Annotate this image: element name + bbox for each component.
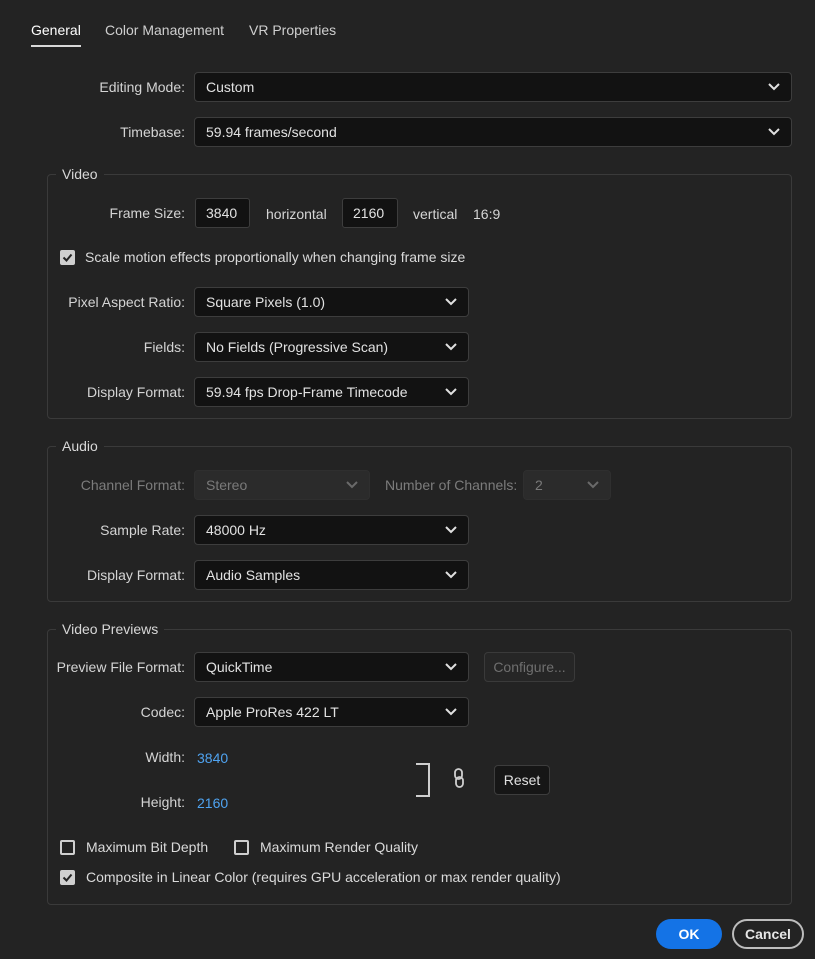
chevron-down-icon <box>445 343 457 351</box>
audio-display-format-dropdown[interactable]: Audio Samples <box>194 560 469 590</box>
tab-color-management[interactable]: Color Management <box>105 22 224 46</box>
editing-mode-label: Editing Mode: <box>99 79 185 95</box>
max-bit-depth-checkbox[interactable] <box>60 840 75 855</box>
dimension-bracket-icon <box>416 763 430 797</box>
preview-width-value[interactable]: 3840 <box>197 743 228 773</box>
check-icon <box>62 873 73 882</box>
codec-label: Codec: <box>140 704 185 720</box>
timebase-label: Timebase: <box>120 124 185 140</box>
chevron-down-icon <box>445 388 457 396</box>
fields-dropdown[interactable]: No Fields (Progressive Scan) <box>194 332 469 362</box>
fields-label: Fields: <box>143 339 185 355</box>
video-display-format-value: 59.94 fps Drop-Frame Timecode <box>206 384 408 400</box>
aspect-ratio-text: 16:9 <box>473 206 501 222</box>
num-channels-value: 2 <box>535 477 543 493</box>
link-icon[interactable] <box>452 767 466 789</box>
num-channels-dropdown: 2 <box>523 470 611 500</box>
configure-button: Configure... <box>484 652 575 682</box>
video-group-title: Video <box>56 165 104 183</box>
chevron-down-icon <box>445 708 457 716</box>
preview-width-label: Width: <box>145 749 185 765</box>
audio-display-format-label: Display Format: <box>86 567 185 583</box>
codec-value: Apple ProRes 422 LT <box>206 704 339 720</box>
fields-value: No Fields (Progressive Scan) <box>206 339 389 355</box>
sample-rate-value: 48000 Hz <box>206 522 266 538</box>
tab-general[interactable]: General <box>31 22 81 47</box>
audio-display-format-value: Audio Samples <box>206 567 301 583</box>
editing-mode-value: Custom <box>206 79 255 95</box>
chevron-down-icon <box>768 128 780 136</box>
pixel-aspect-value: Square Pixels (1.0) <box>206 294 326 310</box>
max-bit-depth-label: Maximum Bit Depth <box>86 839 209 855</box>
sample-rate-label: Sample Rate: <box>100 522 185 538</box>
frame-width-input[interactable]: 3840 <box>195 198 250 228</box>
frame-height-input[interactable]: 2160 <box>342 198 398 228</box>
chevron-down-icon <box>346 481 358 489</box>
ok-button[interactable]: OK <box>656 919 722 949</box>
preview-file-format-value: QuickTime <box>206 659 273 675</box>
video-display-format-label: Display Format: <box>86 384 185 400</box>
chevron-down-icon <box>587 481 599 489</box>
cancel-button[interactable]: Cancel <box>732 919 804 949</box>
chevron-down-icon <box>445 298 457 306</box>
chevron-down-icon <box>445 571 457 579</box>
max-render-quality-checkbox[interactable] <box>234 840 249 855</box>
video-display-format-dropdown[interactable]: 59.94 fps Drop-Frame Timecode <box>194 377 469 407</box>
channel-format-label: Channel Format: <box>80 477 185 493</box>
video-previews-group-title: Video Previews <box>56 620 165 638</box>
frame-size-label: Frame Size: <box>109 205 185 221</box>
preview-height-value[interactable]: 2160 <box>197 788 228 818</box>
chevron-down-icon <box>768 83 780 91</box>
max-render-quality-label: Maximum Render Quality <box>260 839 418 855</box>
chevron-down-icon <box>445 663 457 671</box>
channel-format-dropdown: Stereo <box>194 470 370 500</box>
preview-file-format-label: Preview File Format: <box>56 659 185 675</box>
linear-color-label: Composite in Linear Color (requires GPU … <box>86 869 561 885</box>
preview-height-label: Height: <box>140 794 185 810</box>
channel-format-value: Stereo <box>206 477 248 493</box>
linear-color-checkbox[interactable] <box>60 870 75 885</box>
codec-dropdown[interactable]: Apple ProRes 422 LT <box>194 697 469 727</box>
preview-file-format-dropdown[interactable]: QuickTime <box>194 652 469 682</box>
editing-mode-dropdown[interactable]: Custom <box>194 72 792 102</box>
timebase-dropdown[interactable]: 59.94 frames/second <box>194 117 792 147</box>
audio-group-title: Audio <box>56 437 104 455</box>
timebase-value: 59.94 frames/second <box>206 124 337 140</box>
pixel-aspect-dropdown[interactable]: Square Pixels (1.0) <box>194 287 469 317</box>
scale-motion-label: Scale motion effects proportionally when… <box>85 249 466 265</box>
sample-rate-dropdown[interactable]: 48000 Hz <box>194 515 469 545</box>
num-channels-label: Number of Channels: <box>385 477 518 493</box>
vertical-label: vertical <box>413 206 458 222</box>
chevron-down-icon <box>445 526 457 534</box>
check-icon <box>62 253 73 262</box>
scale-motion-checkbox[interactable] <box>60 250 75 265</box>
pixel-aspect-label: Pixel Aspect Ratio: <box>68 294 185 310</box>
reset-button[interactable]: Reset <box>494 765 550 795</box>
horizontal-label: horizontal <box>266 206 327 222</box>
tab-vr-properties[interactable]: VR Properties <box>249 22 336 46</box>
